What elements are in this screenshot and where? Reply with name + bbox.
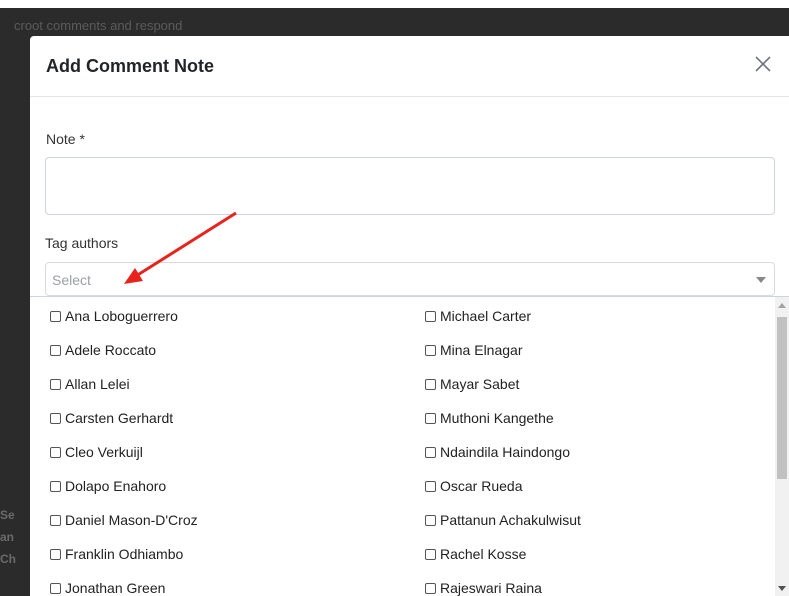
author-option[interactable]: Allan Lelei <box>50 376 130 392</box>
note-textarea[interactable] <box>45 157 775 215</box>
author-option[interactable]: Franklin Odhiambo <box>50 546 183 562</box>
checkbox[interactable] <box>50 548 61 560</box>
author-option[interactable]: Muthoni Kangethe <box>425 410 554 426</box>
close-button[interactable] <box>751 52 775 76</box>
scrollbar-thumb[interactable] <box>777 317 787 479</box>
author-option[interactable]: Mina Elnagar <box>425 342 523 358</box>
checkbox[interactable] <box>425 514 436 526</box>
note-label: Note * <box>46 131 85 147</box>
checkbox[interactable] <box>50 514 61 526</box>
scroll-up-arrow-icon[interactable] <box>778 303 786 308</box>
author-option[interactable]: Oscar Rueda <box>425 478 522 494</box>
background-side-text: an <box>0 530 15 544</box>
checkbox[interactable] <box>50 378 61 390</box>
checkbox[interactable] <box>425 480 436 492</box>
author-option[interactable]: Ana Loboguerrero <box>50 308 178 324</box>
author-option[interactable]: Michael Carter <box>425 308 531 324</box>
checkbox[interactable] <box>425 446 436 458</box>
dropdown-scrollbar[interactable] <box>775 297 789 596</box>
checkbox[interactable] <box>50 446 61 458</box>
checkbox[interactable] <box>425 548 436 560</box>
select-placeholder: Select <box>52 272 91 288</box>
background-page-text: croot comments and respond <box>14 18 183 33</box>
author-option[interactable]: Dolapo Enahoro <box>50 478 166 494</box>
checkbox[interactable] <box>425 310 436 322</box>
author-option[interactable]: Ndaindila Haindongo <box>425 444 570 460</box>
background-side-text: Se <box>0 508 15 522</box>
author-option[interactable]: Rachel Kosse <box>425 546 526 562</box>
author-option[interactable]: Carsten Gerhardt <box>50 410 173 426</box>
checkbox[interactable] <box>425 378 436 390</box>
author-option[interactable]: Adele Roccato <box>50 342 156 358</box>
checkbox[interactable] <box>50 310 61 322</box>
author-option[interactable]: Pattanun Achakulwisut <box>425 512 581 528</box>
author-option[interactable]: Daniel Mason-D'Croz <box>50 512 198 528</box>
tag-authors-select[interactable]: Select <box>45 262 775 296</box>
checkbox[interactable] <box>50 344 61 356</box>
tag-authors-label: Tag authors <box>45 235 119 251</box>
close-icon <box>755 56 771 72</box>
author-option[interactable]: Jonathan Green <box>50 580 165 596</box>
checkbox[interactable] <box>50 582 61 594</box>
checkbox[interactable] <box>425 582 436 594</box>
author-option[interactable]: Rajeswari Raina <box>425 580 542 596</box>
scroll-down-arrow-icon[interactable] <box>778 586 786 591</box>
chevron-down-icon[interactable] <box>756 277 766 283</box>
background-side-text: Ch <box>0 552 16 566</box>
modal-header: Add Comment Note <box>30 36 789 97</box>
modal-title: Add Comment Note <box>46 56 214 76</box>
checkbox[interactable] <box>50 480 61 492</box>
authors-dropdown-list: Ana Loboguerrero Adele Roccato Allan Lel… <box>30 296 789 596</box>
author-option[interactable]: Cleo Verkuijl <box>50 444 143 460</box>
checkbox[interactable] <box>425 344 436 356</box>
checkbox[interactable] <box>425 412 436 424</box>
checkbox[interactable] <box>50 412 61 424</box>
author-option[interactable]: Mayar Sabet <box>425 376 519 392</box>
add-comment-note-modal: Add Comment Note Note * Tag authors Sele… <box>30 36 789 596</box>
